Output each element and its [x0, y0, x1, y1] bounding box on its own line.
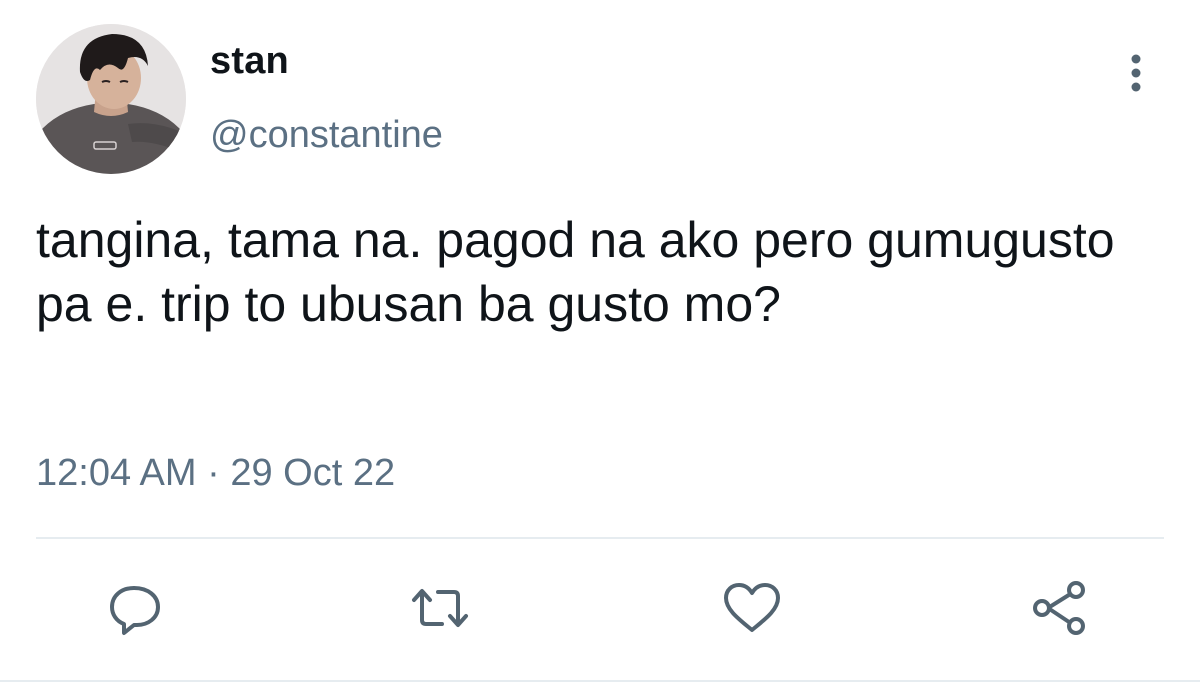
tweet-date: 29 Oct 22	[230, 452, 396, 494]
tweet-text: tangina, tama na. pagod na ako pero gumu…	[36, 212, 1115, 332]
reply-icon	[110, 586, 160, 635]
tweet-time: 12:04 AM	[36, 452, 197, 494]
share-icon	[1033, 581, 1085, 635]
avatar[interactable]	[36, 24, 186, 174]
avatar-photo	[36, 24, 186, 174]
retweet-button[interactable]	[408, 578, 472, 638]
timestamp-separator: ·	[207, 452, 220, 494]
retweet-icon	[412, 589, 468, 627]
share-button[interactable]	[1028, 578, 1092, 638]
divider	[36, 537, 1164, 539]
user-handle[interactable]: @constantine	[210, 114, 443, 157]
like-button[interactable]	[720, 578, 784, 638]
bottom-divider	[0, 680, 1200, 682]
heart-icon	[724, 583, 780, 632]
reply-button[interactable]	[104, 578, 168, 638]
tweet-timestamp[interactable]: 12:04 AM · 29 Oct 22	[36, 452, 395, 495]
more-vertical-icon	[1131, 54, 1141, 92]
display-name[interactable]: stan	[210, 40, 289, 83]
more-options-button[interactable]	[1116, 50, 1156, 96]
tweet-card: stan @constantine tangina, tama na. pago…	[0, 0, 1200, 697]
